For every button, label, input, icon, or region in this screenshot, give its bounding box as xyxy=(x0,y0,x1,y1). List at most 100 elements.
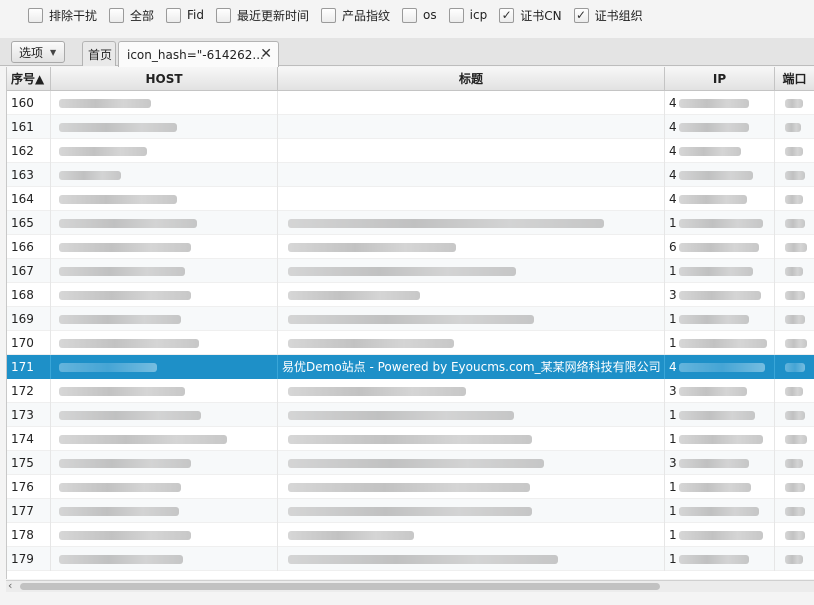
filter-cert-cn[interactable]: ✓ 证书CN xyxy=(499,0,562,30)
table-row[interactable]: 162 4 xyxy=(7,139,814,163)
row-ip[interactable]: 4 xyxy=(665,355,775,379)
row-port[interactable] xyxy=(775,211,814,235)
row-ip[interactable]: 1 xyxy=(665,547,775,571)
scroll-left-icon[interactable]: ‹ xyxy=(8,579,12,592)
tab-icon-hash-query[interactable]: icon_hash="-614262... ✕ xyxy=(118,41,279,67)
row-host[interactable] xyxy=(51,331,278,355)
row-host[interactable] xyxy=(51,475,278,499)
checkbox[interactable] xyxy=(109,7,125,23)
row-port[interactable] xyxy=(775,163,814,187)
filter-cert-org[interactable]: ✓ 证书组织 xyxy=(573,0,643,30)
table-row[interactable]: 174 1 xyxy=(7,427,814,451)
table-row[interactable]: 163 4 xyxy=(7,163,814,187)
row-host[interactable] xyxy=(51,235,278,259)
row-port[interactable] xyxy=(775,523,814,547)
row-title[interactable] xyxy=(278,523,665,547)
table-row[interactable]: 165 1 xyxy=(7,211,814,235)
row-ip[interactable]: 4 xyxy=(665,115,775,139)
table-row[interactable]: 175 3 xyxy=(7,451,814,475)
row-host[interactable] xyxy=(51,403,278,427)
table-row[interactable]: 173 1 xyxy=(7,403,814,427)
row-port[interactable] xyxy=(775,235,814,259)
row-title[interactable] xyxy=(278,187,665,211)
row-port[interactable] xyxy=(775,427,814,451)
row-port[interactable] xyxy=(775,547,814,571)
row-title[interactable] xyxy=(278,499,665,523)
header-title[interactable]: 标题 xyxy=(278,67,665,91)
row-ip[interactable]: 1 xyxy=(665,427,775,451)
row-ip[interactable]: 1 xyxy=(665,523,775,547)
row-title[interactable] xyxy=(278,163,665,187)
header-port[interactable]: 端口 xyxy=(775,67,814,91)
row-host[interactable] xyxy=(51,139,278,163)
row-port[interactable] xyxy=(775,379,814,403)
table-row[interactable]: 160 4 xyxy=(7,91,814,115)
row-ip[interactable]: 3 xyxy=(665,451,775,475)
row-host[interactable] xyxy=(51,211,278,235)
row-title[interactable] xyxy=(278,379,665,403)
row-title[interactable] xyxy=(278,475,665,499)
row-title[interactable] xyxy=(278,451,665,475)
row-host[interactable] xyxy=(51,379,278,403)
row-title[interactable] xyxy=(278,91,665,115)
row-ip[interactable]: 4 xyxy=(665,163,775,187)
filter-all[interactable]: 全部 xyxy=(109,0,154,30)
row-host[interactable] xyxy=(51,427,278,451)
row-title[interactable] xyxy=(278,115,665,139)
row-host[interactable] xyxy=(51,115,278,139)
checkbox[interactable] xyxy=(448,7,464,23)
row-title[interactable] xyxy=(278,139,665,163)
row-port[interactable] xyxy=(775,91,814,115)
header-host[interactable]: HOST xyxy=(51,67,278,91)
row-ip[interactable]: 1 xyxy=(665,475,775,499)
row-port[interactable] xyxy=(775,259,814,283)
close-icon[interactable]: ✕ xyxy=(260,46,272,62)
row-host[interactable] xyxy=(51,547,278,571)
row-host[interactable] xyxy=(51,283,278,307)
table-row[interactable]: 161 4 xyxy=(7,115,814,139)
row-port[interactable] xyxy=(775,115,814,139)
row-ip[interactable]: 1 xyxy=(665,403,775,427)
row-title[interactable] xyxy=(278,307,665,331)
row-ip[interactable]: 4 xyxy=(665,91,775,115)
row-port[interactable] xyxy=(775,355,814,379)
checkbox[interactable] xyxy=(166,7,182,23)
row-ip[interactable]: 6 xyxy=(665,235,775,259)
row-port[interactable] xyxy=(775,139,814,163)
tab-home[interactable]: 首页 xyxy=(82,41,116,66)
row-title[interactable] xyxy=(278,235,665,259)
row-ip[interactable]: 3 xyxy=(665,283,775,307)
checkbox[interactable] xyxy=(402,7,418,23)
row-ip[interactable]: 1 xyxy=(665,307,775,331)
row-ip[interactable]: 3 xyxy=(665,379,775,403)
row-port[interactable] xyxy=(775,283,814,307)
row-host[interactable] xyxy=(51,163,278,187)
table-row[interactable]: 177 1 xyxy=(7,499,814,523)
row-ip[interactable]: 1 xyxy=(665,499,775,523)
checkbox[interactable] xyxy=(28,7,43,23)
row-title[interactable] xyxy=(278,283,665,307)
row-title[interactable] xyxy=(278,547,665,571)
table-row[interactable]: 178 1 xyxy=(7,523,814,547)
table-row[interactable]: 167 1 xyxy=(7,259,814,283)
row-host[interactable] xyxy=(51,307,278,331)
table-row[interactable]: 172 3 xyxy=(7,379,814,403)
row-ip[interactable]: 1 xyxy=(665,331,775,355)
table-row[interactable]: 169 1 xyxy=(7,307,814,331)
header-index[interactable]: 序号▲ xyxy=(7,67,51,91)
row-host[interactable] xyxy=(51,451,278,475)
table-row[interactable]: 166 6 xyxy=(7,235,814,259)
row-host[interactable] xyxy=(51,187,278,211)
table-row[interactable]: 164 4 xyxy=(7,187,814,211)
row-ip[interactable]: 4 xyxy=(665,187,775,211)
row-title[interactable] xyxy=(278,259,665,283)
row-port[interactable] xyxy=(775,475,814,499)
row-host[interactable] xyxy=(51,499,278,523)
checkbox[interactable]: ✓ xyxy=(499,7,515,23)
table-row[interactable]: 176 1 xyxy=(7,475,814,499)
filter-fid[interactable]: Fid xyxy=(166,0,204,30)
row-title[interactable]: 易优Demo站点 - Powered by Eyoucms.com_某某网络科技… xyxy=(278,355,665,379)
table-row[interactable]: 168 3 xyxy=(7,283,814,307)
row-port[interactable] xyxy=(775,331,814,355)
row-port[interactable] xyxy=(775,187,814,211)
